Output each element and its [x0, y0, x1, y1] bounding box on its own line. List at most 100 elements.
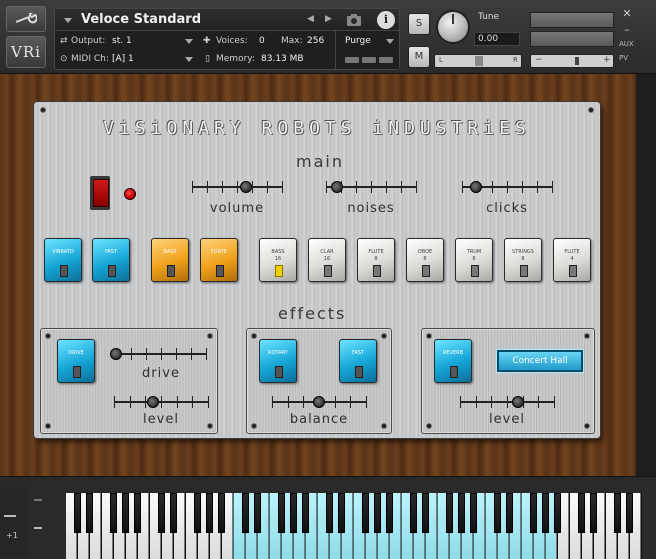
slider-tick — [326, 181, 327, 193]
black-key[interactable] — [590, 493, 597, 533]
octave-up-button[interactable] — [34, 499, 42, 501]
balance-label: balance — [289, 412, 349, 427]
black-key[interactable] — [206, 493, 213, 533]
black-key[interactable] — [554, 493, 561, 533]
black-key[interactable] — [578, 493, 585, 533]
camera-icon[interactable] — [345, 11, 363, 29]
black-key[interactable] — [254, 493, 261, 533]
black-key[interactable] — [542, 493, 549, 533]
slider-knob[interactable] — [469, 181, 482, 193]
clicks-slider[interactable] — [462, 177, 553, 197]
rotary-tab[interactable]: ROTARY — [259, 339, 297, 383]
stop-tab[interactable]: FORTE — [200, 238, 238, 282]
stop-tab[interactable]: BASS 16 — [259, 238, 297, 282]
black-key[interactable] — [470, 493, 477, 533]
black-key[interactable] — [422, 493, 429, 533]
stop-tab[interactable]: VIBRATO — [44, 238, 82, 282]
solo-button[interactable]: S — [408, 13, 430, 35]
output-value[interactable]: st. 1 — [112, 36, 132, 46]
info-icon[interactable]: i — [377, 11, 395, 29]
stop-tab[interactable]: CLAR 16 — [308, 238, 346, 282]
prev-instrument-icon[interactable]: ◀ — [307, 14, 314, 24]
black-key[interactable] — [530, 493, 537, 533]
minimize-icon[interactable]: – — [621, 24, 633, 36]
volume-slider[interactable] — [192, 177, 283, 197]
black-key[interactable] — [290, 493, 297, 533]
pan-slider[interactable]: L R — [434, 54, 522, 68]
slider-knob[interactable] — [147, 396, 160, 408]
logo-text: VRi — [11, 43, 41, 61]
solo-mute-panel: S M — [406, 8, 432, 70]
slider-knob[interactable] — [110, 348, 122, 360]
piano-keyboard[interactable] — [66, 493, 642, 559]
noises-label: noises — [347, 201, 395, 216]
reverb-preset-select[interactable]: Concert Hall — [497, 350, 583, 372]
stop-tab[interactable]: BASS — [151, 238, 189, 282]
purge-button[interactable]: Purge — [345, 36, 371, 46]
tune-value[interactable]: 0.00 — [474, 32, 520, 46]
drive-level-slider[interactable] — [114, 392, 209, 412]
slider-knob[interactable] — [330, 181, 343, 193]
black-key[interactable] — [218, 493, 225, 533]
stop-tab[interactable]: FLUTE 8 — [357, 238, 395, 282]
stop-tab[interactable]: OBOE 8 — [406, 238, 444, 282]
black-key[interactable] — [122, 493, 129, 533]
black-key[interactable] — [326, 493, 333, 533]
octave-down-button[interactable] — [34, 527, 42, 529]
black-key[interactable] — [338, 493, 345, 533]
stop-tab[interactable]: TRUM 8 — [455, 238, 493, 282]
black-key[interactable] — [86, 493, 93, 533]
drive-tab[interactable]: DRIVE — [57, 339, 95, 383]
volume-slider[interactable]: − + — [530, 54, 614, 68]
black-key[interactable] — [614, 493, 621, 533]
black-key[interactable] — [446, 493, 453, 533]
stop-tab[interactable]: STRINGS 8 — [504, 238, 542, 282]
close-icon[interactable]: ✕ — [621, 8, 633, 20]
black-key[interactable] — [410, 493, 417, 533]
midi-dropdown-icon[interactable] — [185, 57, 193, 62]
pan-handle[interactable] — [475, 56, 483, 66]
output-dropdown-icon[interactable] — [185, 39, 193, 44]
slider-knob[interactable] — [313, 396, 325, 408]
black-key[interactable] — [278, 493, 285, 533]
purge-dropdown-icon[interactable] — [386, 39, 394, 44]
aux-button[interactable]: AUX — [619, 40, 634, 48]
black-key[interactable] — [506, 493, 513, 533]
next-instrument-icon[interactable]: ▶ — [325, 14, 332, 24]
black-key[interactable] — [242, 493, 249, 533]
mute-button[interactable]: M — [408, 46, 430, 68]
black-key[interactable] — [386, 493, 393, 533]
tune-knob[interactable] — [436, 10, 470, 44]
black-key[interactable] — [362, 493, 369, 533]
balance-slider[interactable] — [272, 392, 367, 412]
black-key[interactable] — [626, 493, 633, 533]
power-switch[interactable] — [90, 176, 110, 210]
max-voices-value[interactable]: 256 — [307, 36, 324, 46]
slider-tick — [252, 181, 253, 193]
black-key[interactable] — [458, 493, 465, 533]
reverb-tab[interactable]: REVERB — [434, 339, 472, 383]
noises-slider[interactable] — [326, 177, 417, 197]
black-key[interactable] — [134, 493, 141, 533]
stop-tab[interactable]: FAST — [92, 238, 130, 282]
black-key[interactable] — [158, 493, 165, 533]
drive-slider[interactable] — [110, 344, 207, 364]
black-key[interactable] — [374, 493, 381, 533]
wrench-icon[interactable] — [6, 6, 46, 32]
pv-button[interactable]: PV — [619, 54, 628, 62]
drive-level-label: level — [143, 412, 179, 427]
black-key[interactable] — [302, 493, 309, 533]
black-key[interactable] — [170, 493, 177, 533]
rotary-fast-tab[interactable]: FAST — [339, 339, 377, 383]
side-strip — [636, 74, 656, 476]
chevron-down-icon[interactable] — [64, 18, 72, 23]
reverb-level-slider[interactable] — [460, 392, 555, 412]
stop-tab[interactable]: FLUTE 4 — [553, 238, 591, 282]
slider-tick — [303, 396, 305, 408]
black-key[interactable] — [194, 493, 201, 533]
black-key[interactable] — [110, 493, 117, 533]
black-key[interactable] — [494, 493, 501, 533]
black-key[interactable] — [74, 493, 81, 533]
midi-channel-value[interactable]: [A] 1 — [112, 54, 134, 64]
slider-knob[interactable] — [240, 181, 252, 193]
